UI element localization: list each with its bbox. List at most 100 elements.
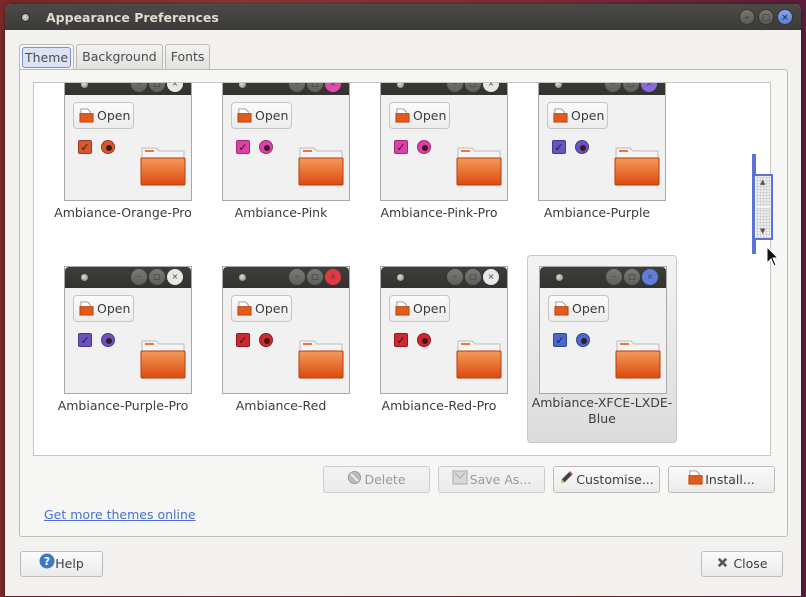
preview-close-icon: × <box>641 83 657 92</box>
preview-folder-icon <box>237 108 252 123</box>
preview-menu-icon <box>556 274 563 281</box>
preview-open-button: Open <box>73 102 134 129</box>
preview-maximize-icon: □ <box>624 269 640 285</box>
preview-minimize-icon: – <box>447 83 463 92</box>
preview-close-icon: × <box>483 269 499 285</box>
theme-item[interactable]: – □ × Open ✓ Ambiance-Pur <box>48 266 198 454</box>
theme-name: Ambiance-Orange-Pro <box>54 205 192 220</box>
delete-button[interactable]: Delete <box>323 466 430 493</box>
scroll-up-arrow-icon[interactable]: ▲ <box>760 178 765 186</box>
preview-folder-icon <box>395 108 410 123</box>
vertical-scrollbar[interactable]: ▲ ▼ <box>753 174 773 240</box>
preview-titlebar: – □ × <box>540 267 666 288</box>
preview-titlebar: – □ × <box>65 267 191 288</box>
window-menu-icon[interactable] <box>21 12 30 22</box>
preview-maximize-icon: □ <box>623 83 639 92</box>
preview-checkbox-icon: ✓ <box>78 140 92 154</box>
tab-theme[interactable]: Theme <box>19 44 75 69</box>
close-window-button[interactable]: × <box>777 9 793 25</box>
preview-titlebar: – □ × <box>223 83 349 95</box>
theme-preview: – □ × Open ✓ <box>538 83 666 201</box>
theme-preview: – □ × Open ✓ <box>539 266 667 394</box>
close-x-icon <box>716 553 729 577</box>
maximize-button[interactable]: □ <box>758 9 774 25</box>
preview-titlebar: – □ × <box>223 267 349 288</box>
preview-radio-icon <box>259 333 273 347</box>
tab-fonts[interactable]: Fonts <box>164 44 211 69</box>
preview-titlebar: – □ × <box>539 83 665 95</box>
preview-menu-icon <box>239 83 246 88</box>
theme-name: Ambiance-XFCE-LXDE- Blue <box>527 395 677 427</box>
preview-folder-icon <box>79 108 94 123</box>
theme-preview: – □ × Open ✓ <box>64 83 192 201</box>
preview-menu-icon <box>81 83 88 88</box>
theme-list[interactable]: – □ × Open ✓ Ambiance-Orange-Pro – □ × O… <box>33 82 771 456</box>
scroll-down-arrow-icon[interactable]: ▼ <box>760 227 765 235</box>
preview-close-icon: × <box>167 269 183 285</box>
preview-radio-icon <box>101 333 115 347</box>
preview-open-button: Open <box>73 295 134 322</box>
preview-close-icon: × <box>325 83 341 92</box>
preview-minimize-icon: – <box>606 269 622 285</box>
preview-open-button: Open <box>389 102 450 129</box>
tab-bar: Theme Background Fonts <box>19 44 211 69</box>
preview-maximize-icon: □ <box>307 269 323 285</box>
folder-open-icon <box>688 468 703 493</box>
tab-background[interactable]: Background <box>76 44 163 69</box>
preview-minimize-icon: – <box>289 269 305 285</box>
preview-maximize-icon: □ <box>465 83 481 92</box>
preview-checkbox-icon: ✓ <box>394 140 408 154</box>
minimize-button[interactable]: – <box>739 9 755 25</box>
preview-radio-icon <box>259 140 273 154</box>
help-icon: ? <box>39 553 55 577</box>
theme-item[interactable]: – □ × Open ✓ Ambiance-Red <box>206 266 356 454</box>
scroll-down-area[interactable]: ▼ <box>756 208 770 238</box>
preview-close-icon: × <box>483 83 499 92</box>
theme-item[interactable]: – □ × Open ✓ Ambiance-Pin <box>206 83 356 261</box>
theme-item[interactable]: – □ × Open ✓ Ambiance-Pur <box>522 83 672 261</box>
customise-button[interactable]: Customise... <box>553 466 660 493</box>
theme-item[interactable]: – □ × Open ✓ Ambiance-Orange-Pro <box>48 83 198 261</box>
theme-name: Ambiance-Purple-Pro <box>57 398 189 413</box>
preview-folder-icon <box>553 108 568 123</box>
preview-open-button: Open <box>231 295 292 322</box>
preview-maximize-icon: □ <box>307 83 323 92</box>
theme-preview: – □ × Open ✓ <box>380 266 508 394</box>
preview-menu-icon <box>81 274 88 281</box>
scroll-up-area[interactable]: ▲ <box>756 176 770 206</box>
theme-item[interactable]: – □ × Open ✓ Ambiance-Pin <box>364 83 514 261</box>
get-more-themes-link[interactable]: Get more themes online <box>44 507 196 522</box>
help-button[interactable]: ? Help <box>20 551 103 577</box>
window-title: Appearance Preferences <box>46 9 219 25</box>
preview-maximize-icon: □ <box>149 269 165 285</box>
delete-icon <box>347 468 362 493</box>
preview-minimize-icon: – <box>447 269 463 285</box>
preview-radio-icon <box>101 140 115 154</box>
preview-checkbox-icon: ✓ <box>394 333 408 347</box>
theme-item[interactable]: – □ × Open ✓ Ambiance-Red <box>364 266 514 454</box>
preview-close-icon: × <box>642 269 658 285</box>
preview-checkbox-icon: ✓ <box>78 333 92 347</box>
preview-close-icon: × <box>167 83 183 92</box>
preview-large-folder-icon <box>456 147 502 186</box>
preview-large-folder-icon <box>615 340 661 379</box>
preview-open-button: Open <box>389 295 450 322</box>
preview-menu-icon <box>555 83 562 88</box>
save-as-button[interactable]: Save As... <box>438 466 545 493</box>
theme-preview: – □ × Open ✓ <box>64 266 192 394</box>
theme-name: Ambiance-Pink <box>234 205 328 220</box>
preview-checkbox-icon: ✓ <box>236 140 250 154</box>
preview-titlebar: – □ × <box>381 267 507 288</box>
preview-open-button: Open <box>231 102 292 129</box>
theme-item[interactable]: – □ × Open ✓ Ambiance-XFCE-LXDE- Blue <box>527 255 677 443</box>
theme-preview: – □ × Open ✓ <box>222 83 350 201</box>
install-button[interactable]: Install... <box>668 466 775 493</box>
close-button[interactable]: Close <box>701 551 783 577</box>
theme-name-line: Blue <box>588 411 616 426</box>
theme-preview: – □ × Open ✓ <box>222 266 350 394</box>
preview-large-folder-icon <box>140 147 186 186</box>
preview-open-button: Open <box>547 102 608 129</box>
preview-large-folder-icon <box>614 147 660 186</box>
preview-minimize-icon: – <box>289 83 305 92</box>
theme-preview: – □ × Open ✓ <box>380 83 508 201</box>
